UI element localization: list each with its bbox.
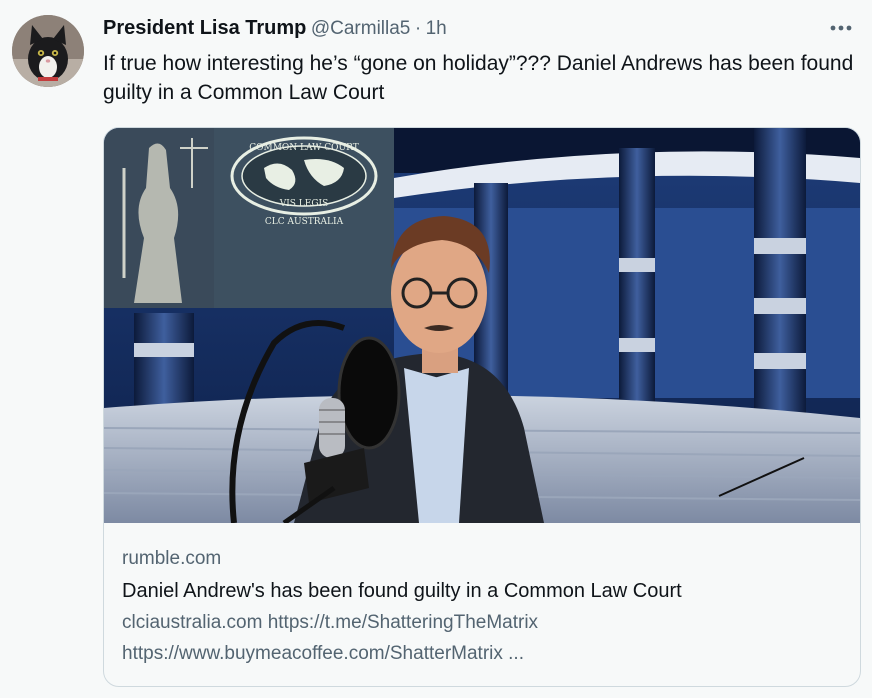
card-info[interactable]: rumble.com Daniel Andrew's has been foun… (122, 546, 842, 669)
author-name[interactable]: President Lisa Trump (103, 17, 306, 39)
cat-avatar-image (12, 15, 84, 87)
link-card[interactable]: COMMON LAW COURT VIS LEGIS CLC AUSTRALIA (103, 127, 861, 687)
more-horizontal-icon (830, 25, 852, 31)
video-thumbnail-image: COMMON LAW COURT VIS LEGIS CLC AUSTRALIA (104, 128, 860, 523)
card-domain: rumble.com (122, 548, 222, 569)
card-description: clciaustralia.com https://t.me/Shatterin… (122, 607, 842, 669)
card-title: Daniel Andrew's has been found guilty in… (122, 580, 682, 602)
tweet-header: President Lisa Trump @Carmilla5 · 1h (103, 17, 858, 45)
separator-dot: · (414, 18, 422, 39)
card-thumbnail[interactable]: COMMON LAW COURT VIS LEGIS CLC AUSTRALIA (104, 128, 860, 523)
logo-top-text: COMMON LAW COURT (249, 143, 359, 153)
tweet-timestamp[interactable]: 1h (426, 18, 447, 39)
card-description-line: clciaustralia.com https://t.me/Shatterin… (122, 612, 539, 633)
tweet[interactable]: President Lisa Trump @Carmilla5 · 1h If … (0, 0, 872, 698)
author-avatar[interactable] (12, 15, 84, 87)
author-handle[interactable]: @Carmilla5 (311, 18, 411, 39)
logo-motto: VIS LEGIS (279, 199, 329, 209)
tweet-text: If true how interesting he’s “gone on ho… (103, 52, 854, 104)
card-description-line: https://www.buymeacoffee.com/ShatterMatr… (122, 643, 524, 664)
more-options-button[interactable] (824, 11, 858, 45)
logo-bottom-text: CLC AUSTRALIA (265, 217, 344, 227)
